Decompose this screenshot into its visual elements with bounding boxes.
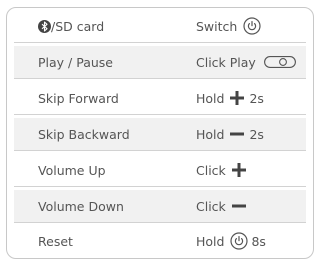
table-row-skip-forward: Skip Forward Hold 2s xyxy=(14,82,306,114)
action-label: Play / Pause xyxy=(38,54,113,70)
power-icon xyxy=(230,232,249,250)
row-divider xyxy=(14,222,306,223)
bluetooth-icon xyxy=(38,19,51,33)
row-divider xyxy=(14,42,306,43)
hold-duration: 8s xyxy=(251,233,266,249)
method-label: Switch xyxy=(196,18,238,34)
action-label: /SD card xyxy=(51,18,105,34)
action-label: Volume Down xyxy=(38,198,124,214)
table-row-play-pause: Play / Pause Click Play xyxy=(14,46,306,78)
method-label: Click Play xyxy=(196,54,256,70)
table-row-skip-backward: Skip Backward Hold 2s xyxy=(14,118,306,150)
row-divider xyxy=(14,150,306,151)
row-divider xyxy=(14,114,306,115)
action-label: Skip Forward xyxy=(38,90,119,106)
method-label: Click xyxy=(196,162,226,178)
action-label: Skip Backward xyxy=(38,126,130,142)
method-label: Hold xyxy=(196,233,225,249)
table-row-volume-up: Volume Up Click xyxy=(14,154,306,186)
table-row-reset: Reset Hold 8s xyxy=(14,225,306,257)
minus-icon xyxy=(230,127,245,141)
method-label: Click xyxy=(196,198,226,214)
power-icon xyxy=(243,17,261,35)
table-row-bluetooth-sd: /SD card Switch xyxy=(14,10,306,42)
method-label: Hold xyxy=(196,126,225,142)
minus-icon xyxy=(231,199,246,213)
hold-duration: 2s xyxy=(249,126,264,142)
action-label: Volume Up xyxy=(38,162,106,178)
plus-icon xyxy=(230,91,245,105)
toggle-switch-icon xyxy=(263,56,296,68)
row-divider xyxy=(14,78,306,79)
row-divider xyxy=(14,186,306,187)
table-row-volume-down: Volume Down Click xyxy=(14,190,306,222)
plus-icon xyxy=(231,163,246,177)
hold-duration: 2s xyxy=(249,90,264,106)
method-label: Hold xyxy=(196,90,225,106)
action-label: Reset xyxy=(38,233,73,249)
